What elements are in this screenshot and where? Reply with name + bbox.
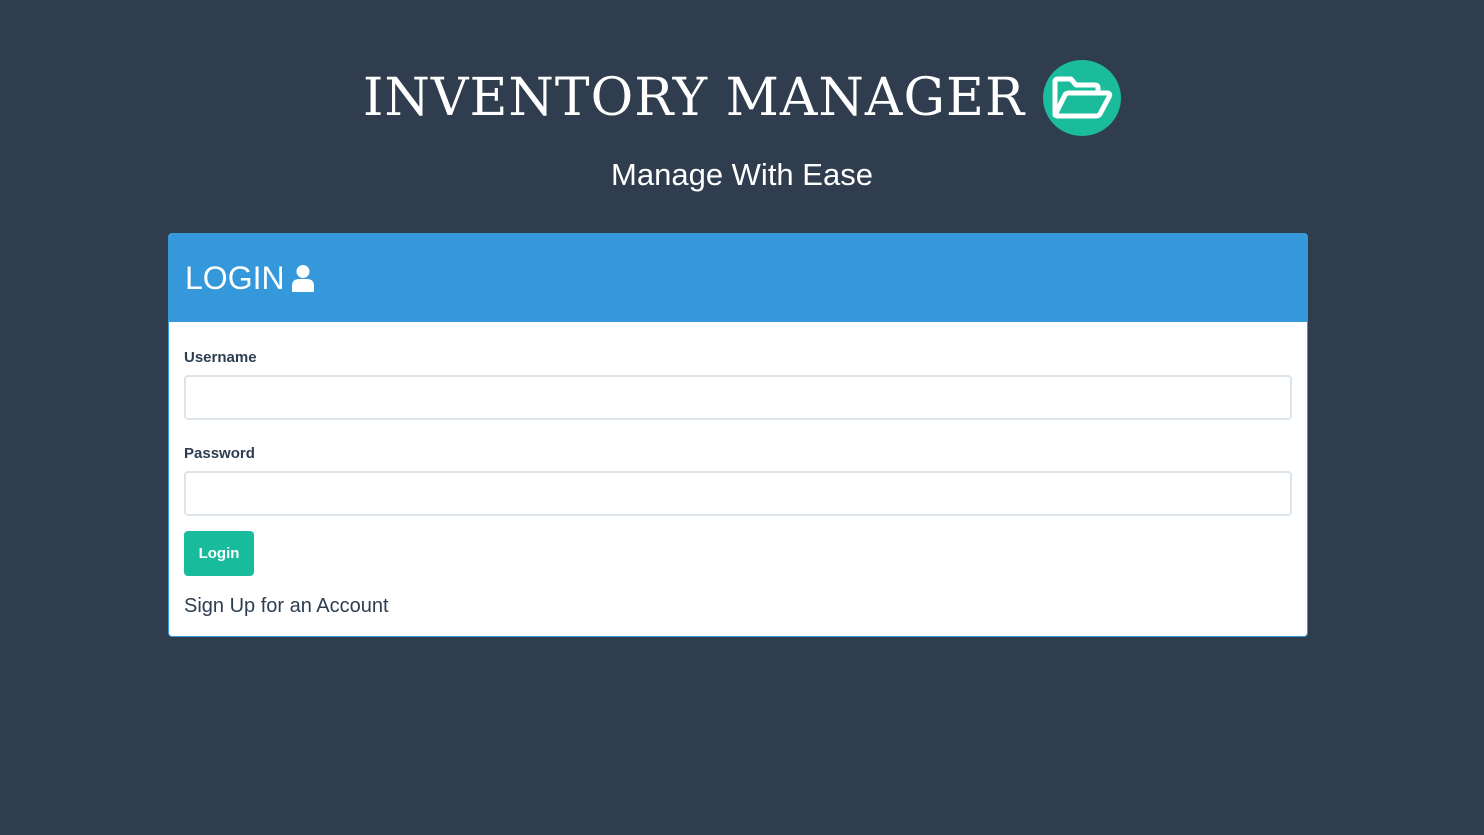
login-panel: LOGIN Username Password Login Sign Up fo… (168, 233, 1308, 637)
folder-open-icon (1052, 76, 1113, 119)
login-panel-heading: LOGIN (169, 234, 1307, 322)
tagline: Manage With Ease (611, 157, 873, 192)
password-input[interactable] (184, 471, 1292, 516)
username-input[interactable] (184, 375, 1292, 420)
signup-link[interactable]: Sign Up for an Account (184, 593, 389, 619)
login-button[interactable]: Login (184, 531, 254, 576)
title-row: INVENTORY MANAGER (0, 58, 1484, 138)
login-form: Username Password Login Sign Up for an A… (169, 322, 1307, 619)
user-icon (291, 264, 315, 292)
app-title: INVENTORY MANAGER (362, 68, 1026, 128)
login-panel-title: LOGIN (185, 260, 285, 296)
username-label: Username (184, 349, 257, 366)
password-label: Password (184, 445, 255, 462)
password-group: Password (184, 444, 1292, 516)
username-group: Username (184, 348, 1292, 420)
logo-badge (1043, 60, 1122, 136)
